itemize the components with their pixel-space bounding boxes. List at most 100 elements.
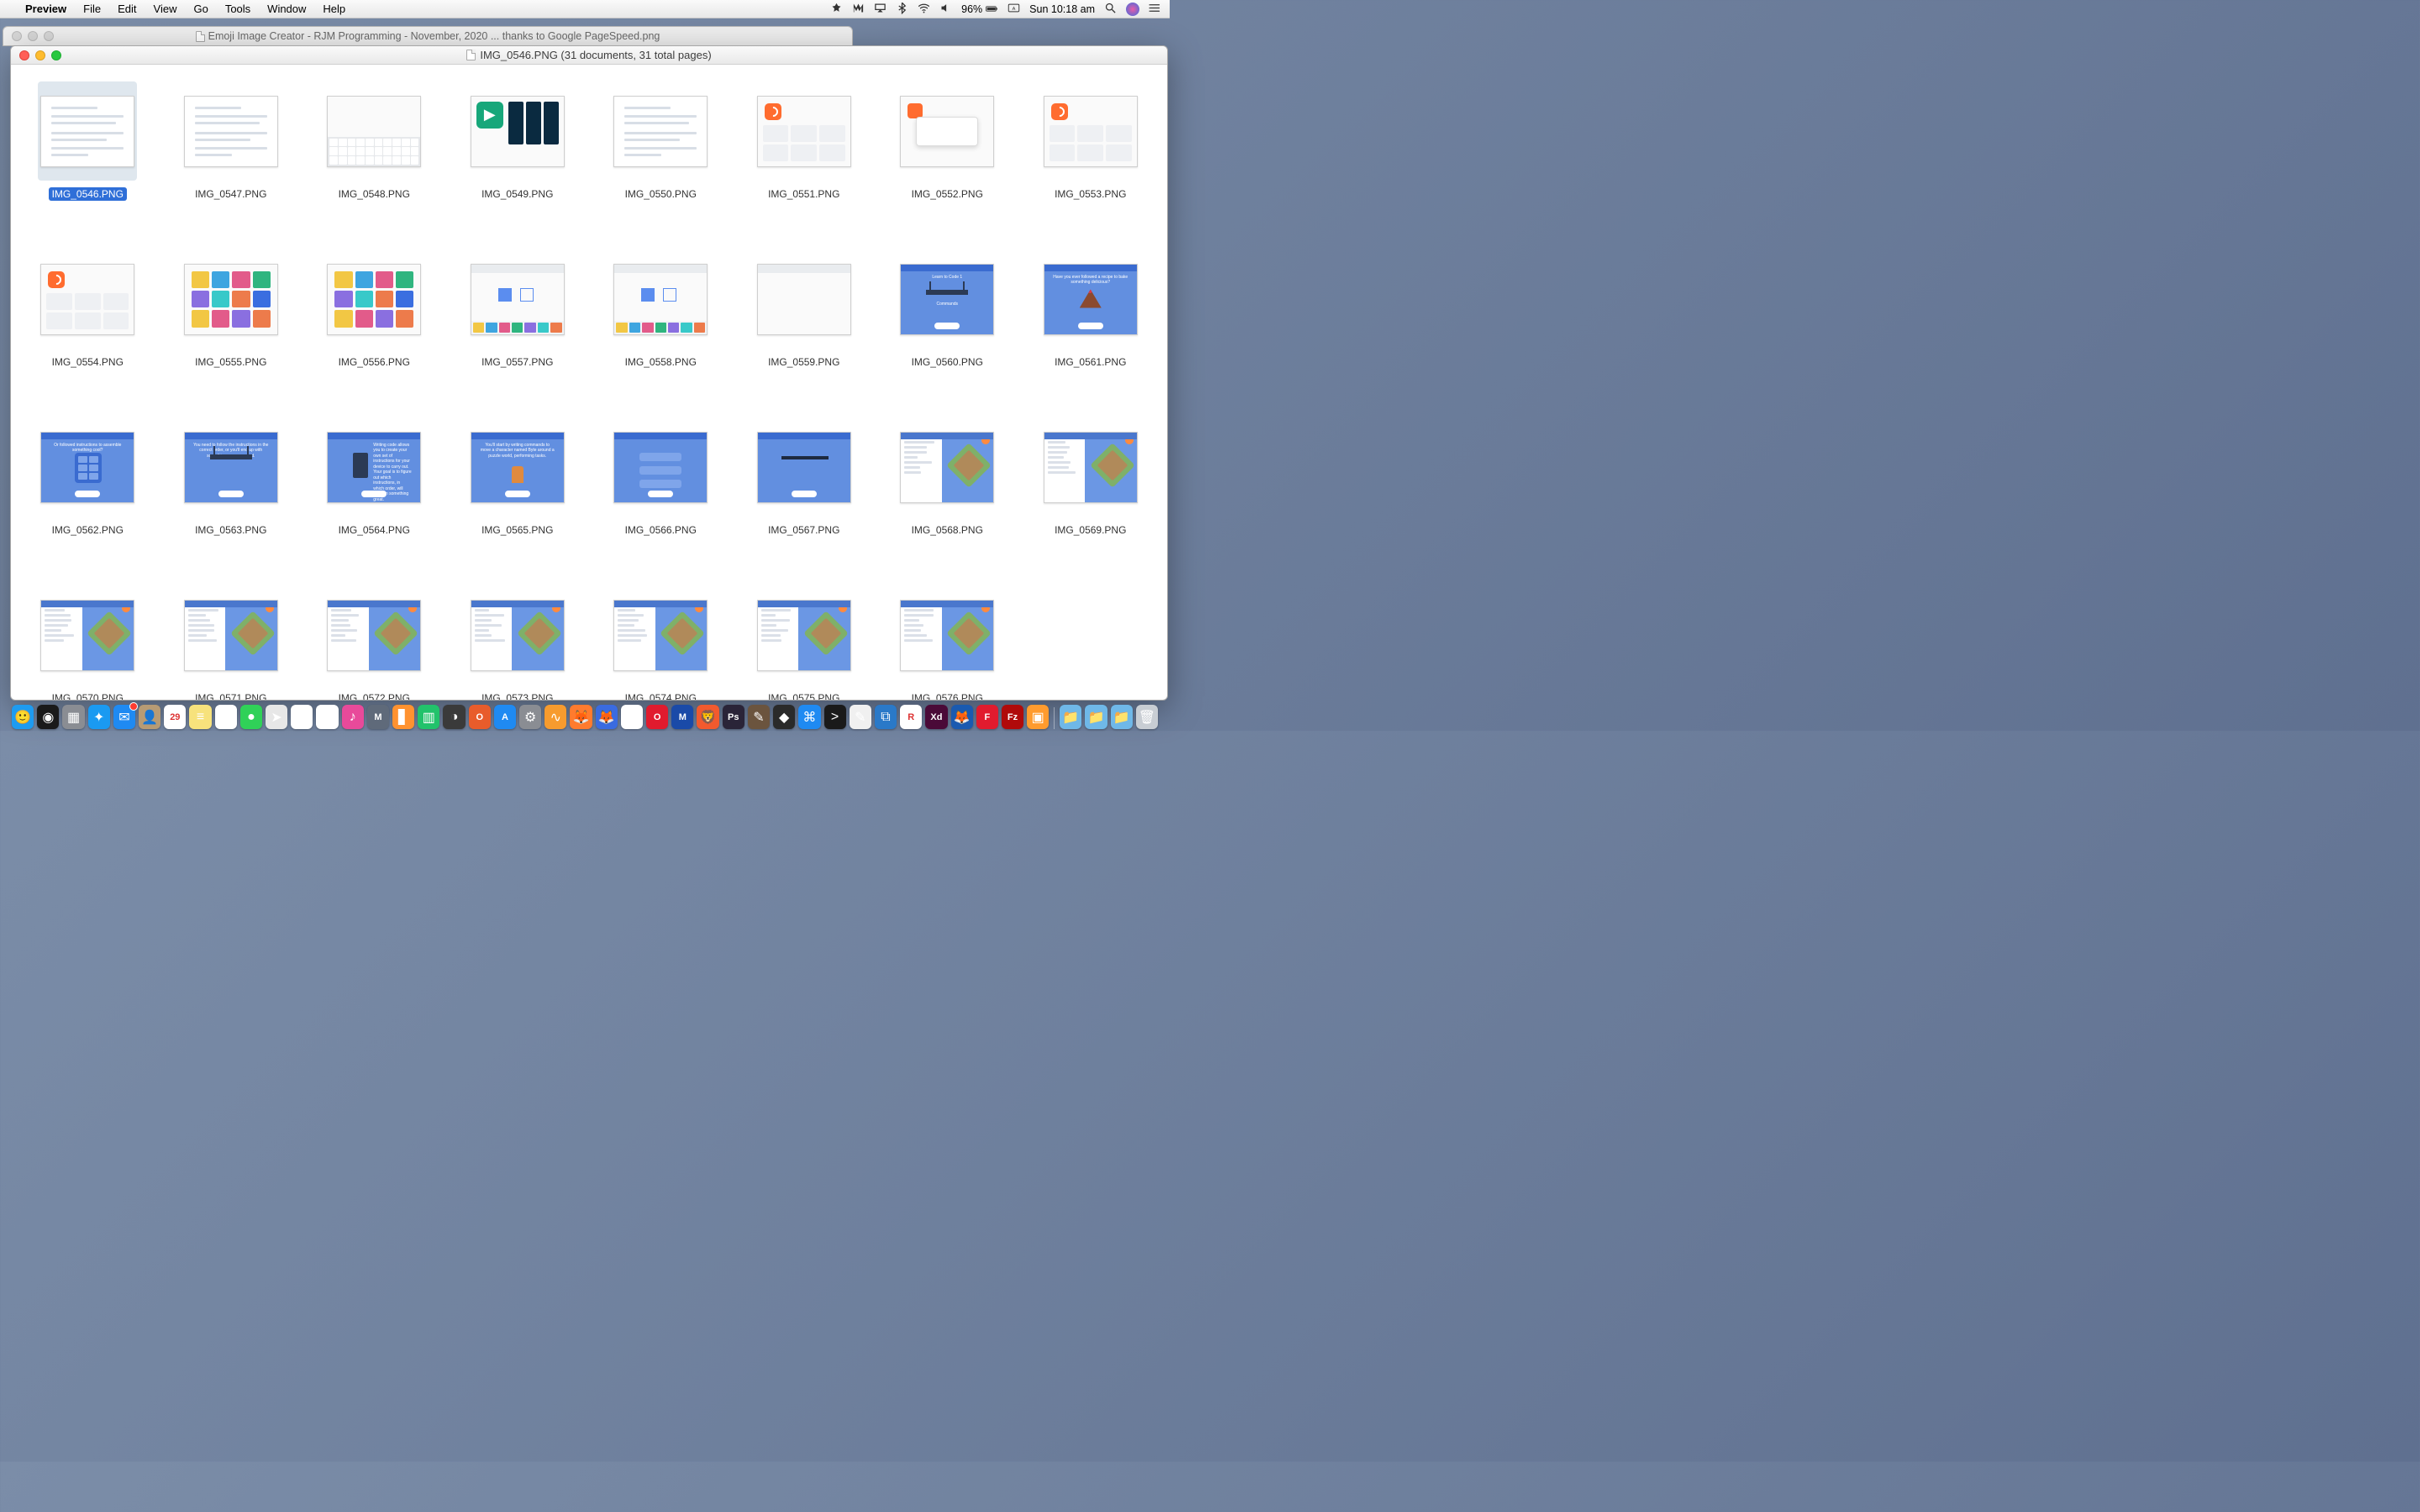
dock-folder2-icon[interactable]: 📁 — [1085, 705, 1107, 729]
dock-xcode-icon[interactable]: ⌘ — [798, 705, 820, 729]
window-titlebar[interactable]: IMG_0546.PNG (31 documents, 31 total pag… — [11, 46, 1167, 65]
dock-appstore-icon[interactable]: A — [494, 705, 516, 729]
malwarebytes-menu-icon[interactable] — [852, 2, 865, 17]
dock-opera-icon[interactable]: O — [646, 705, 668, 729]
thumbnail-item[interactable]: Or followed instructions to assemble som… — [34, 417, 141, 537]
dock-messages-icon[interactable]: ● — [240, 705, 262, 729]
menu-edit[interactable]: Edit — [109, 3, 145, 15]
dock-office-icon[interactable]: O — [469, 705, 491, 729]
dock-rstudio-icon[interactable]: R — [900, 705, 922, 729]
volume-icon[interactable] — [939, 2, 952, 17]
airplay-icon[interactable] — [874, 2, 886, 17]
dock-firefox-icon[interactable]: 🦊 — [570, 705, 592, 729]
dock-photos-icon[interactable]: ✿ — [291, 705, 313, 729]
dock-siri-icon[interactable]: ◉ — [37, 705, 59, 729]
dock-chrome-icon[interactable]: ◎ — [621, 705, 643, 729]
document-proxy-icon[interactable] — [466, 50, 476, 60]
thumbnail-item[interactable]: IMG_0568.PNG — [894, 417, 1001, 537]
dock-numbers-icon[interactable]: ▥ — [418, 705, 439, 729]
dock-folder1-icon[interactable]: 📁 — [1060, 705, 1081, 729]
menuextra-icon[interactable] — [830, 2, 843, 17]
thumbnail-item[interactable]: ▶IMG_0549.PNG — [465, 81, 571, 201]
thumbnail-item[interactable]: IMG_0570.PNG — [34, 585, 141, 700]
dock-notes-icon[interactable]: ≡ — [189, 705, 211, 729]
menu-help[interactable]: Help — [314, 3, 354, 15]
dock-paintbrush-icon[interactable]: 🖌 — [316, 705, 338, 729]
dock-textedit-icon[interactable]: ✎ — [850, 705, 871, 729]
dock-malwarebytes-icon[interactable]: M — [671, 705, 693, 729]
dock-audacity-icon[interactable]: ∿ — [544, 705, 566, 729]
menu-window[interactable]: Window — [259, 3, 314, 15]
spotlight-icon[interactable] — [1104, 2, 1117, 17]
thumbnail-item[interactable]: IMG_0575.PNG — [751, 585, 858, 700]
dock-trash-icon[interactable]: 🗑 — [1136, 705, 1158, 729]
dock-finder-icon[interactable]: 🙂 — [12, 705, 34, 729]
menu-view[interactable]: View — [145, 3, 186, 15]
dock-flipboard-icon[interactable]: F — [976, 705, 998, 729]
dock-safari-icon[interactable]: ✦ — [88, 705, 110, 729]
dock-launchpad-icon[interactable]: ▦ — [62, 705, 84, 729]
siri-menu-icon[interactable] — [1126, 3, 1139, 16]
dock-dashboard-icon[interactable]: ◑ — [443, 705, 465, 729]
dock-aws-icon[interactable]: ▣ — [1027, 705, 1049, 729]
thumbnail-item[interactable]: IMG_0547.PNG — [178, 81, 285, 201]
dock-filezilla-icon[interactable]: Fz — [1002, 705, 1023, 729]
thumbnail-item[interactable]: IMG_0569.PNG — [1038, 417, 1144, 537]
dock-photoshop-icon[interactable]: Ps — [723, 705, 744, 729]
clock[interactable]: Sun 10:18 am — [1029, 3, 1095, 15]
thumbnail-item[interactable]: IMG_0551.PNG — [751, 81, 858, 201]
thumbnail-item[interactable]: You'll start by writing commands to move… — [465, 417, 571, 537]
dock-mail-icon[interactable]: ✉ — [113, 705, 135, 729]
thumbnail-item[interactable]: IMG_0550.PNG — [608, 81, 714, 201]
dock-reminders-icon[interactable]: ⋮ — [215, 705, 237, 729]
thumbnail-item[interactable]: IMG_0572.PNG — [321, 585, 428, 700]
dock-ibooks-icon[interactable]: ▋ — [392, 705, 414, 729]
wifi-icon[interactable] — [918, 2, 930, 17]
thumbnail-item[interactable]: IMG_0558.PNG — [608, 249, 714, 369]
dock-brave-icon[interactable]: 🦁 — [697, 705, 718, 729]
thumbnail-item[interactable]: IMG_0557.PNG — [465, 249, 571, 369]
dock-terminal-icon[interactable]: > — [824, 705, 846, 729]
dock-xd-icon[interactable]: Xd — [925, 705, 947, 729]
thumbnail-item[interactable]: IMG_0567.PNG — [751, 417, 858, 537]
thumbnail-item[interactable]: IMG_0556.PNG — [321, 249, 428, 369]
thumbnail-item[interactable]: IMG_0548.PNG — [321, 81, 428, 201]
contact-sheet[interactable]: IMG_0546.PNG IMG_0547.PNG IMG_0548.PNG ▶IMG… — [11, 65, 1167, 700]
thumbnail-item[interactable]: You need to follow the instructions in t… — [178, 417, 285, 537]
thumbnail-item[interactable]: IMG_0554.PNG — [34, 249, 141, 369]
thumbnail-item[interactable]: Have you ever followed a recipe to bake … — [1038, 249, 1144, 369]
dock-vscode-icon[interactable]: ⧉ — [875, 705, 897, 729]
dock-mamp-icon[interactable]: M — [367, 705, 389, 729]
thumbnail-item[interactable]: IMG_0566.PNG — [608, 417, 714, 537]
dock-gimp-icon[interactable]: ✎ — [748, 705, 770, 729]
notification-center-icon[interactable] — [1149, 2, 1161, 17]
app-name[interactable]: Preview — [17, 3, 75, 15]
battery-status[interactable]: 96% — [961, 3, 998, 15]
dock-calendar-icon[interactable]: 29 — [164, 705, 186, 729]
dock-folder3-icon[interactable]: 📁 — [1111, 705, 1133, 729]
thumbnail-item[interactable]: IMG_0552.PNG — [894, 81, 1001, 201]
thumbnail-item[interactable]: IMG_0559.PNG — [751, 249, 858, 369]
menu-go[interactable]: Go — [185, 3, 216, 15]
bluetooth-icon[interactable] — [896, 2, 908, 17]
thumbnail-item[interactable]: Learn to Code 1CommandsIMG_0560.PNG — [894, 249, 1001, 369]
thumbnail-item[interactable]: IMG_0571.PNG — [178, 585, 285, 700]
keyboard-input-icon[interactable]: A — [1007, 2, 1020, 17]
thumbnail-item[interactable]: IMG_0573.PNG — [465, 585, 571, 700]
thumbnail-item[interactable]: IMG_0546.PNG — [34, 81, 141, 201]
background-window[interactable]: Emoji Image Creator - RJM Programming - … — [3, 26, 853, 46]
menu-tools[interactable]: Tools — [217, 3, 259, 15]
dock-firefox-dev-icon[interactable]: 🦊 — [596, 705, 618, 729]
dock-inkscape-icon[interactable]: ◆ — [773, 705, 795, 729]
dock-contacts-icon[interactable]: 👤 — [139, 705, 160, 729]
thumbnail-item[interactable]: IMG_0574.PNG — [608, 585, 714, 700]
thumbnail-item[interactable]: IMG_0576.PNG — [894, 585, 1001, 700]
dock-itunes-icon[interactable]: ♪ — [342, 705, 364, 729]
thumbnail-item[interactable]: IMG_0553.PNG — [1038, 81, 1144, 201]
dock-systemprefs-icon[interactable]: ⚙ — [519, 705, 541, 729]
thumbnail-item[interactable]: Writing code allows you to create your o… — [321, 417, 428, 537]
thumbnail-item[interactable]: IMG_0555.PNG — [178, 249, 285, 369]
dock-maps-icon[interactable]: ➤ — [266, 705, 287, 729]
menu-file[interactable]: File — [75, 3, 109, 15]
dock-waterfox-icon[interactable]: 🦊 — [951, 705, 973, 729]
